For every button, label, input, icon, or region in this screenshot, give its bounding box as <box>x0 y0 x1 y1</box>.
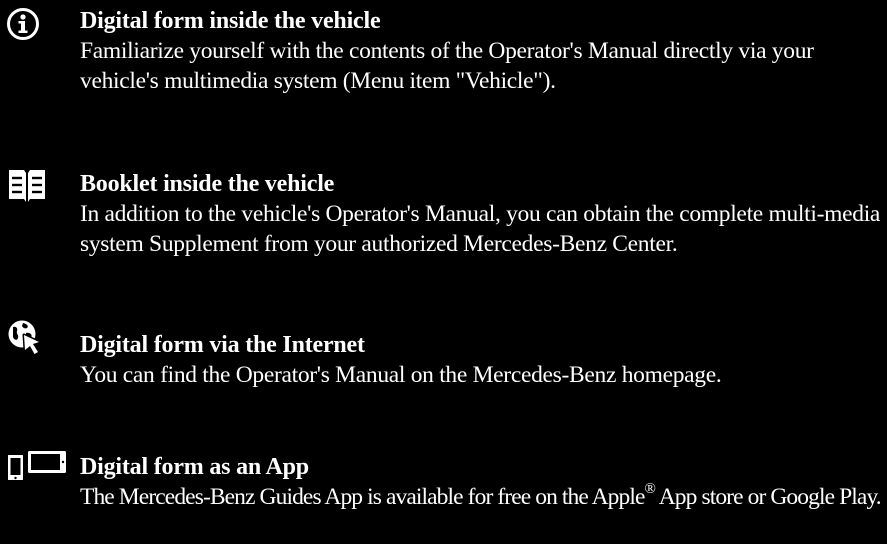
registered-mark: ® <box>644 481 656 498</box>
body-text-post: App store or Google Play. <box>655 484 882 510</box>
open-book-icon <box>6 168 46 208</box>
section-body: Familiarize yourself with the contents o… <box>80 38 814 94</box>
phone-tablet-icon <box>6 448 68 488</box>
globe-cursor-icon <box>6 318 46 358</box>
section-title: Digital form inside the vehicle <box>80 8 381 34</box>
section-title: Booklet inside the vehicle <box>80 171 335 197</box>
section-body: In addition to the vehicle's Operator's … <box>80 201 881 257</box>
section-body: You can find the Operator's Manual on th… <box>80 362 722 388</box>
section-body: The Mercedes-Benz Guides App is availabl… <box>80 482 883 512</box>
section-title: Digital form as an App <box>80 454 309 480</box>
section-title: Digital form via the Internet <box>80 332 365 358</box>
info-circle-icon <box>6 7 46 47</box>
body-text-pre: The Mercedes-Benz Guides App is availabl… <box>80 484 645 510</box>
